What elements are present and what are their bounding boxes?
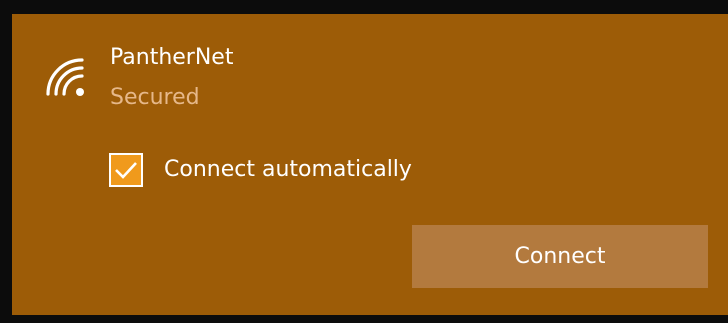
connect-automatically-label[interactable]: Connect automatically (164, 154, 412, 186)
network-name: PantherNet (110, 45, 234, 70)
connect-button[interactable]: Connect (412, 225, 708, 288)
connect-automatically-option[interactable]: Connect automatically (109, 150, 412, 190)
checkmark-icon (115, 162, 137, 179)
wifi-signal-icon (46, 58, 84, 96)
connect-automatically-checkbox[interactable] (109, 153, 143, 187)
wifi-network-panel[interactable]: PantherNet Secured Connect automatically… (12, 14, 728, 315)
network-security-status: Secured (110, 85, 200, 110)
